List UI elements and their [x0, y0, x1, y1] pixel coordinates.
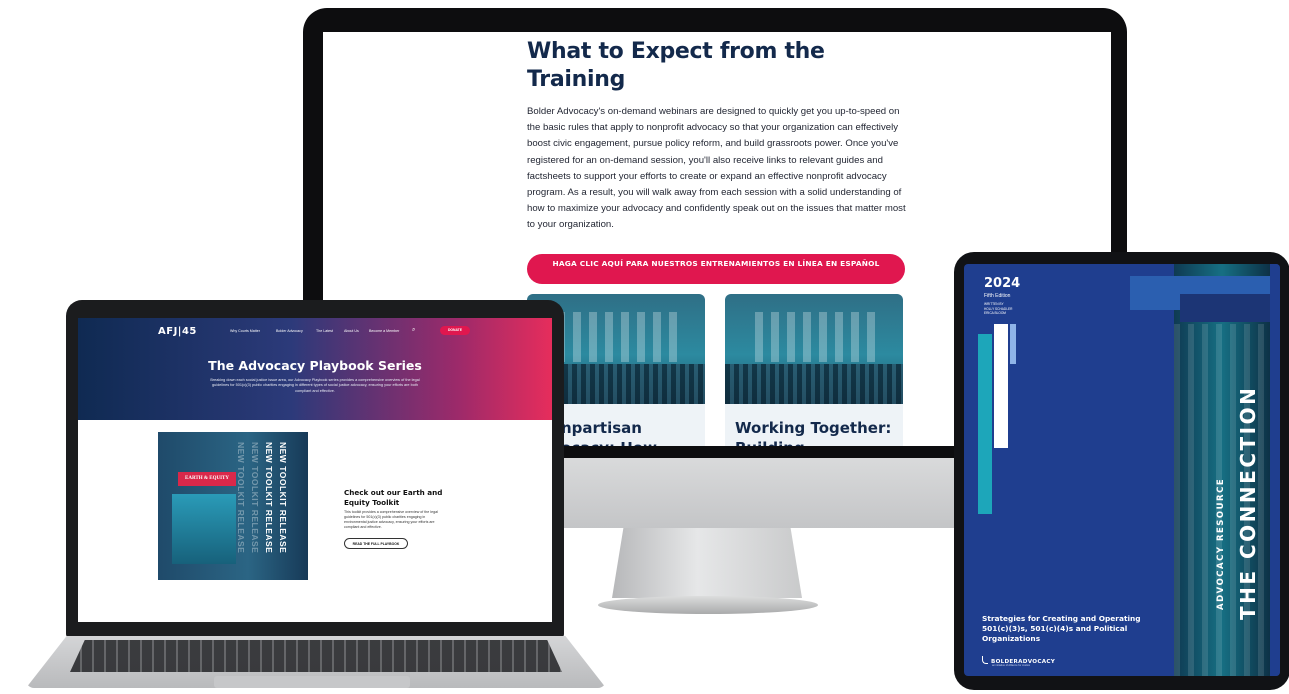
- cover-year: 2024: [984, 276, 1021, 291]
- laptop-keyboard: [70, 640, 562, 672]
- cover-authors: WRITTEN BY HOLLY SCHADLER ERICA BLOOM: [984, 302, 1013, 315]
- read-playbook-button[interactable]: READ THE FULL PLAYBOOK: [344, 538, 408, 549]
- nav-item-bolder-advocacy[interactable]: Bolder Advocacy: [276, 329, 303, 333]
- tablet: 2024 Fifth Edition WRITTEN BY HOLLY SCHA…: [954, 252, 1289, 690]
- cover-stripe: [1010, 324, 1016, 364]
- cover-edge: [1270, 264, 1280, 676]
- spanish-trainings-button[interactable]: HAGA CLIC AQUÍ PARA NUESTROS ENTRENAMIEN…: [527, 253, 905, 284]
- donate-button[interactable]: DONATE: [440, 326, 470, 335]
- cover-subtitle: Strategies for Creating and Operating 50…: [982, 614, 1141, 643]
- cover-vertical-text: NEW TOOLKIT RELEASE: [264, 442, 274, 554]
- training-section: What to Expect from the Training Bolder …: [527, 32, 909, 284]
- hero-title: The Advocacy Playbook Series: [208, 358, 422, 373]
- logo-icon: [982, 656, 988, 664]
- laptop-screen: AFJ|45 Why Courts Matter Bolder Advocacy…: [78, 318, 552, 622]
- cover-resource-label: ADVOCACY RESOURCE: [1216, 477, 1226, 610]
- training-description: Bolder Advocacy's on-demand webinars are…: [527, 106, 906, 231]
- cover-title: THE CONNECTION: [1236, 385, 1260, 620]
- cover-vertical-text: NEW TOOLKIT RELEASE: [278, 442, 288, 554]
- monitor-stand-base: [598, 596, 818, 614]
- cover-edition: Fifth Edition: [984, 293, 1011, 299]
- tablet-screen: 2024 Fifth Edition WRITTEN BY HOLLY SCHA…: [964, 264, 1280, 676]
- card-image: [725, 294, 903, 404]
- cover-art: [172, 494, 236, 564]
- webinar-card[interactable]: Working Together: Building: [725, 294, 903, 446]
- cover-badge: EARTH & EQUITY: [178, 472, 236, 486]
- cover-stripe: [978, 334, 992, 514]
- cover-vertical-text: NEW TOOLKIT RELEASE: [236, 442, 246, 554]
- logo-tagline: an initiative of Alliance for Justice: [992, 664, 1031, 667]
- feature-title: Check out our Earth and Equity Toolkit: [344, 488, 443, 507]
- laptop-trackpad: [214, 676, 410, 688]
- cover-stripe: [994, 324, 1008, 448]
- feature-description: This toolkit provides a comprehensive ov…: [344, 510, 438, 529]
- nav-item-why-courts-matter[interactable]: Why Courts Matter: [230, 329, 260, 333]
- page-title: What to Expect from the Training: [527, 39, 825, 92]
- monitor-stand: [612, 528, 802, 598]
- toolkit-cover-image[interactable]: EARTH & EQUITY NEW TOOLKIT RELEASE NEW T…: [158, 432, 308, 580]
- top-nav: AFJ|45 Why Courts Matter Bolder Advocacy…: [78, 326, 552, 340]
- afj-logo[interactable]: AFJ|45: [158, 326, 197, 337]
- nav-item-become-a-member[interactable]: Become a Member: [369, 329, 399, 333]
- search-icon[interactable]: ⌕: [412, 327, 415, 334]
- hero-description: Breaking down each social justice issue …: [210, 378, 420, 393]
- card-title: Working Together: Building: [735, 419, 892, 446]
- cover-vertical-text: NEW TOOLKIT RELEASE: [250, 442, 260, 554]
- cover-accent-block: [1180, 294, 1270, 322]
- nav-item-about-us[interactable]: About Us: [344, 329, 359, 333]
- hero-banner: AFJ|45 Why Courts Matter Bolder Advocacy…: [78, 318, 552, 420]
- camera-icon: [1112, 256, 1132, 269]
- nav-item-the-latest[interactable]: The Latest: [316, 329, 333, 333]
- laptop: AFJ|45 Why Courts Matter Bolder Advocacy…: [66, 300, 564, 638]
